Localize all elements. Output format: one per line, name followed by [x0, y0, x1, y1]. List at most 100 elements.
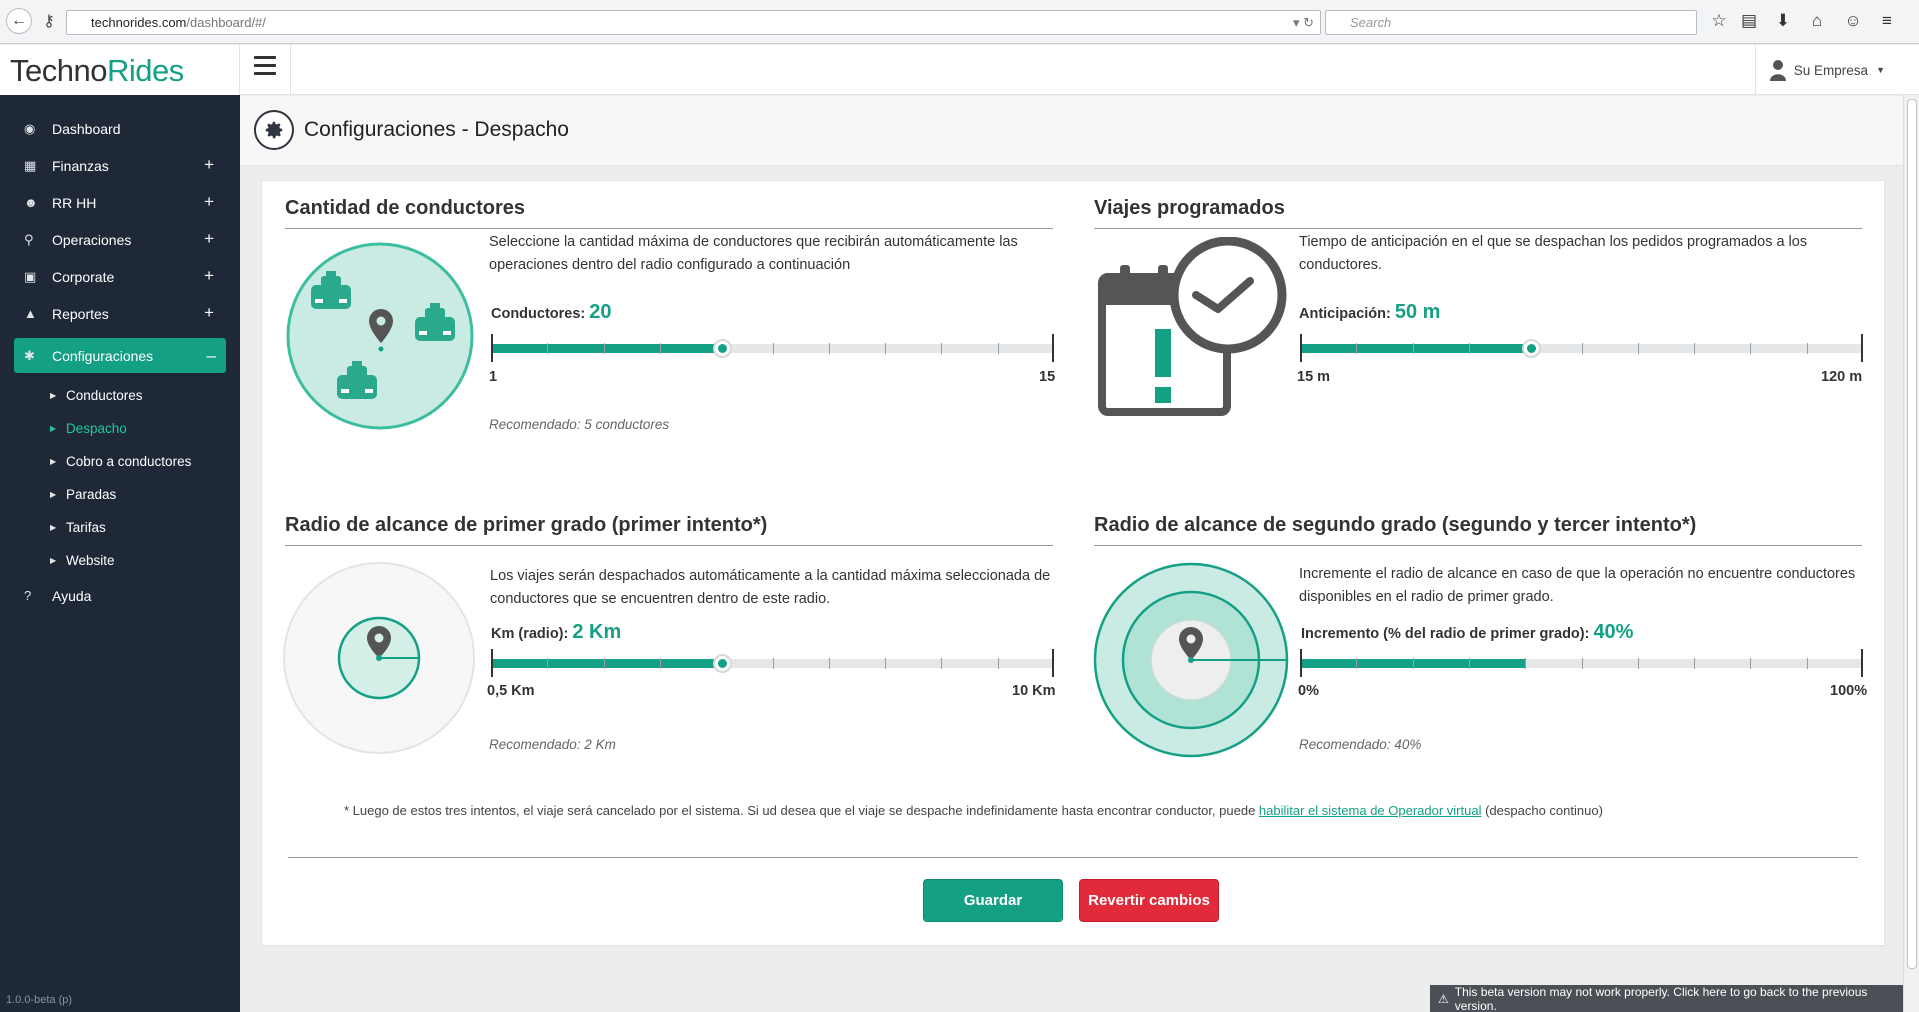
- company-name: Su Empresa: [1793, 62, 1869, 78]
- save-button[interactable]: Guardar: [923, 879, 1063, 922]
- search-placeholder: Search: [1350, 15, 1392, 30]
- gear-icon: ✱: [24, 347, 35, 363]
- dashboard-icon: ◉: [24, 120, 36, 136]
- slider-tick: [1468, 658, 1470, 669]
- sidebar-item-operaciones[interactable]: ⚲ Operaciones +: [0, 221, 240, 258]
- slider-fill: [491, 659, 722, 668]
- drivers-description: Seleccione la cantidad máxima de conduct…: [489, 234, 1018, 273]
- collapse-icon[interactable]: –: [207, 346, 216, 366]
- sidebar-subitem-tarifas[interactable]: ▶ Tarifas: [0, 511, 240, 544]
- browser-search-input[interactable]: Search: [1325, 10, 1697, 35]
- radius2-section-title: Radio de alcance de segundo grado (segun…: [1094, 514, 1862, 546]
- radius1-label: Km (radio): 2 Km: [491, 621, 622, 643]
- slider-end-mark: [1052, 649, 1054, 677]
- virtual-operator-link[interactable]: habilitar el sistema de Operador virtual: [1259, 803, 1482, 818]
- slider-tick: [659, 658, 661, 669]
- bookmark-star-icon[interactable]: ☆: [1708, 11, 1730, 31]
- url-host: technorides.com: [91, 15, 187, 30]
- expand-icon[interactable]: +: [204, 155, 214, 175]
- sidebar-subitem-label: Tarifas: [66, 520, 106, 535]
- reading-list-icon[interactable]: ▤: [1738, 11, 1760, 31]
- sidebar-item-rrhh[interactable]: ☻ RR HH +: [0, 184, 240, 221]
- slider-tick: [547, 658, 549, 669]
- radius2-min-label: 0%: [1298, 683, 1319, 699]
- back-button[interactable]: ←: [6, 8, 32, 34]
- slider-handle[interactable]: [712, 339, 732, 358]
- sidebar-subitem-paradas[interactable]: ▶ Paradas: [0, 478, 240, 511]
- logo-area: TechnoRides: [0, 45, 240, 95]
- scrollbar[interactable]: [1903, 95, 1919, 1012]
- sidebar-item-label: Operaciones: [52, 231, 132, 248]
- scrollbar-thumb[interactable]: [1907, 99, 1917, 969]
- sidebar-item-label: Reportes: [52, 305, 109, 322]
- chevron-down-icon: ▼: [1876, 65, 1885, 75]
- scheduled-slider[interactable]: [1300, 331, 1863, 362]
- sidebar-subitem-label: Conductores: [66, 388, 143, 403]
- sidebar-subitem-despacho[interactable]: ▶ Despacho: [0, 412, 240, 445]
- sidebar-item-corporate[interactable]: ▣ Corporate +: [0, 258, 240, 295]
- drivers-max-label: 15: [1039, 369, 1056, 385]
- hamburger-menu-icon[interactable]: [254, 56, 276, 76]
- sidebar-item-label: Dashboard: [52, 120, 121, 137]
- key-icon[interactable]: ⚷: [36, 8, 62, 34]
- sidebar-item-ayuda[interactable]: ? Ayuda: [0, 577, 240, 614]
- briefcase-icon: ▣: [24, 268, 37, 284]
- sidebar-subitem-cobro[interactable]: ▶ Cobro a conductores: [0, 445, 240, 478]
- gear-icon: [254, 110, 294, 150]
- expand-icon[interactable]: +: [204, 303, 214, 323]
- radius1-illustration: [283, 562, 475, 754]
- sidebar-subitem-conductores[interactable]: ▶ Conductores: [0, 379, 240, 412]
- slider-tick: [1806, 658, 1808, 669]
- app-logo[interactable]: TechnoRides: [10, 53, 184, 89]
- slider-handle[interactable]: [1521, 339, 1541, 358]
- chart-icon: ▲: [24, 306, 37, 321]
- revert-button[interactable]: Revertir cambios: [1079, 879, 1219, 922]
- map-marker-icon: ⚲: [24, 231, 34, 247]
- menu-icon[interactable]: ≡: [1876, 11, 1898, 31]
- sidebar-subitem-website[interactable]: ▶ Website: [0, 544, 240, 577]
- scheduled-value: 50 m: [1394, 301, 1441, 323]
- radius2-label: Incremento (% del radio de primer grado)…: [1301, 621, 1634, 643]
- company-menu[interactable]: Su Empresa ▼: [1754, 45, 1885, 95]
- radius2-illustration: [1093, 562, 1289, 758]
- slider-handle[interactable]: [712, 654, 732, 673]
- sidebar: TechnoRides ◉ Dashboard ▦ Finanzas + ☻ R…: [0, 45, 240, 1012]
- chat-icon[interactable]: ☺: [1842, 11, 1864, 31]
- drivers-slider[interactable]: [491, 331, 1054, 362]
- slider-end-mark: [1300, 334, 1302, 362]
- divider: [290, 45, 291, 95]
- expand-icon[interactable]: +: [204, 229, 214, 249]
- slider-tick: [603, 658, 605, 669]
- slider-tick: [828, 658, 830, 669]
- expand-icon[interactable]: +: [204, 192, 214, 212]
- home-icon[interactable]: ⌂: [1806, 11, 1828, 31]
- slider-tick: [1412, 343, 1414, 354]
- expand-icon[interactable]: +: [204, 266, 214, 286]
- sidebar-item-dashboard[interactable]: ◉ Dashboard: [0, 110, 240, 147]
- slider-tick: [772, 343, 774, 354]
- slider-tick: [941, 658, 943, 669]
- caret-right-icon: ▶: [50, 556, 57, 565]
- drivers-label: Conductores: 20: [491, 301, 612, 323]
- radius2-value: 40%: [1593, 621, 1634, 643]
- radius2-max-label: 100%: [1830, 683, 1868, 699]
- sidebar-item-configuraciones[interactable]: ✱ Configuraciones –: [14, 338, 226, 373]
- scheduled-description: Tiempo de anticipación en el que se desp…: [1299, 234, 1808, 273]
- sidebar-item-label: Ayuda: [52, 587, 92, 604]
- url-bar[interactable]: technorides.com/dashboard/#/ ▾ ↻: [66, 10, 1321, 35]
- slider-tick: [772, 658, 774, 669]
- beta-notice[interactable]: ⚠ This beta version may not work properl…: [1430, 985, 1903, 1012]
- radius1-slider[interactable]: [491, 646, 1054, 677]
- calculator-icon: ▦: [24, 157, 37, 173]
- sidebar-item-finanzas[interactable]: ▦ Finanzas +: [0, 147, 240, 184]
- radius2-slider[interactable]: [1300, 646, 1863, 677]
- download-icon[interactable]: ⬇: [1772, 11, 1794, 31]
- slider-tick: [1356, 658, 1358, 669]
- user-icon: [1769, 60, 1786, 81]
- sidebar-item-reportes[interactable]: ▲ Reportes +: [0, 295, 240, 332]
- sidebar-subitem-label: Paradas: [66, 487, 117, 502]
- slider-end-mark: [1861, 649, 1863, 677]
- sidebar-subitem-label: Cobro a conductores: [66, 454, 192, 469]
- url-path: /dashboard/#/: [186, 15, 266, 30]
- reload-icon[interactable]: ▾ ↻: [1293, 11, 1314, 34]
